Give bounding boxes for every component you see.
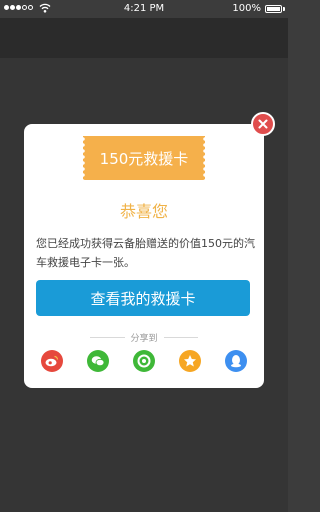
battery-percent: 100% <box>232 3 261 14</box>
weibo-icon[interactable] <box>41 350 63 372</box>
share-icons <box>24 350 264 372</box>
share-divider: 分享到 <box>90 331 199 344</box>
moments-icon[interactable] <box>133 350 155 372</box>
close-icon <box>258 119 268 129</box>
reward-modal: 150元救援卡 恭喜您 您已经成功获得云备胎赠送的价值150元的汽车救援电子卡一… <box>24 124 264 388</box>
modal-title: 恭喜您 <box>119 202 168 221</box>
ticket-label: 150元救援卡 <box>99 149 189 168</box>
status-bar: 4:21 PM 100% <box>0 0 288 18</box>
qzone-icon[interactable] <box>179 350 201 372</box>
app-header <box>0 18 288 58</box>
qq-icon[interactable] <box>225 350 247 372</box>
close-button[interactable] <box>251 112 275 136</box>
rescue-card-ticket: 150元救援卡 <box>81 136 207 180</box>
view-rescue-card-button[interactable]: 查看我的救援卡 <box>36 280 250 316</box>
wechat-icon[interactable] <box>87 350 109 372</box>
modal-message: 您已经成功获得云备胎赠送的价值150元的汽车救援电子卡一张。 <box>36 237 255 269</box>
battery-icon <box>265 5 282 13</box>
share-label: 分享到 <box>130 333 158 344</box>
